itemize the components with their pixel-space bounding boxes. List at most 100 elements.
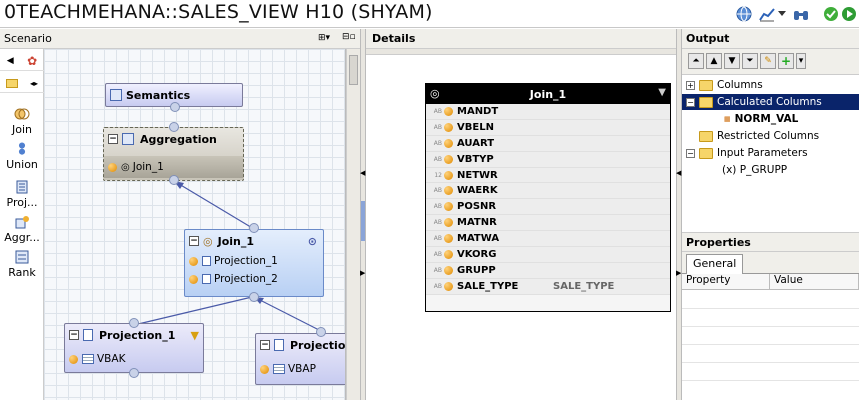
filter-icon[interactable]: ▼: [191, 329, 199, 342]
join-table-title: Join_1: [529, 87, 567, 101]
dropdown-icon[interactable]: ▼: [658, 87, 666, 98]
splitter-right-arrow-icon[interactable]: ▶: [360, 269, 365, 277]
move-top-icon[interactable]: ⏶: [688, 53, 704, 69]
folder-icon: [699, 147, 713, 159]
field-list: AB MANDT AB VBELN AB AUART AB VBTYP 12 NETWR AB WAE…: [426, 104, 670, 295]
minimize-icon[interactable]: ⊟▫: [342, 32, 356, 42]
semantics-handle[interactable]: [170, 102, 180, 112]
output-tree: + Columns − Calculated Columns ▦ NORM_VA…: [682, 75, 859, 227]
canvas-scrollbar[interactable]: [346, 49, 360, 400]
tree-item-norm-val[interactable]: ▦ NORM_VAL: [724, 111, 798, 127]
field-row[interactable]: AB SALE_TYPE SALE_TYPE: [426, 278, 670, 295]
palette-union[interactable]: Union: [0, 142, 44, 171]
field-name: WAERK: [457, 185, 498, 197]
field-row[interactable]: AB MATWA: [426, 231, 670, 248]
scenario-canvas[interactable]: Semantics − Aggregation ◎ Join_1 − ◎ Joi…: [44, 49, 346, 400]
expand-icon[interactable]: +: [686, 80, 695, 90]
splitter-left-arrow-icon[interactable]: ◀: [676, 169, 681, 177]
scrollbar-thumb[interactable]: [349, 55, 358, 85]
splitter-left-arrow-icon[interactable]: ◀: [360, 169, 365, 177]
palette-icon[interactable]: ✿: [27, 54, 37, 68]
field-row[interactable]: AB VBELN: [426, 119, 670, 136]
binoculars-icon[interactable]: [792, 5, 810, 23]
back-icon[interactable]: ◀: [7, 56, 14, 66]
collapse-icon[interactable]: −: [69, 330, 79, 340]
projection1-bottom-handle[interactable]: [129, 368, 139, 378]
scenario-header: Scenario ⊞▾ ⊟▫: [0, 29, 362, 49]
window-title: 0TEACHMEHANA::SALES_VIEW H10 (SHYAM): [4, 1, 433, 23]
join-icon: [14, 108, 30, 120]
collapse-arrows-icon[interactable]: ◂▸: [30, 79, 38, 88]
tree-item-calculated-columns[interactable]: − Calculated Columns: [682, 94, 859, 110]
join-bottom-handle[interactable]: [249, 292, 259, 302]
tree-item-input-parameters[interactable]: − Input Parameters: [686, 145, 808, 161]
projection2-header: − Projection: [256, 334, 345, 356]
field-row[interactable]: AB AUART: [426, 135, 670, 152]
globe-icon[interactable]: [735, 5, 753, 23]
field-row[interactable]: AB VBTYP: [426, 151, 670, 168]
tree-item-restricted-columns[interactable]: Restricted Columns: [699, 128, 819, 144]
join-header: − ◎ Join_1 ⊙: [185, 230, 323, 252]
field-row[interactable]: AB MANDT: [426, 104, 670, 120]
field-name: GRUPP: [457, 264, 496, 276]
aggregation-top-handle[interactable]: [169, 122, 179, 132]
tab-general[interactable]: General: [686, 254, 744, 274]
palette-subbar: ◂▸: [0, 75, 44, 93]
move-up-icon[interactable]: ▲: [706, 53, 722, 69]
projection1-node[interactable]: − Projection_1 ▼ VBAK: [64, 323, 204, 373]
move-bottom-icon[interactable]: ⏷: [742, 53, 758, 69]
projection1-top-handle[interactable]: [129, 318, 139, 328]
field-row[interactable]: AB WAERK: [426, 183, 670, 200]
column-header-property[interactable]: Property: [682, 274, 770, 290]
folder-icon[interactable]: [5, 79, 18, 88]
palette-join[interactable]: Join: [0, 107, 44, 136]
field-row[interactable]: 12 NETWR: [426, 167, 670, 184]
projection1-input-row[interactable]: VBAK: [65, 350, 203, 368]
field-name: MANDT: [457, 105, 499, 117]
attribute-icon: [444, 154, 453, 164]
splitter-right-arrow-icon[interactable]: ▶: [676, 269, 681, 277]
edit-icon[interactable]: ✎: [760, 53, 776, 69]
collapse-icon[interactable]: −: [686, 97, 695, 107]
column-header-value[interactable]: Value: [770, 274, 859, 290]
projection2-input-row[interactable]: VBAP: [256, 360, 345, 378]
chevron-down-icon[interactable]: ▾: [796, 53, 806, 69]
activate-icon[interactable]: [822, 5, 840, 23]
aggregation-bottom-handle[interactable]: [169, 175, 179, 185]
field-row[interactable]: AB GRUPP: [426, 262, 670, 279]
expand-all-icon[interactable]: ⊞▾: [318, 33, 330, 43]
tree-item-columns[interactable]: + Columns: [686, 77, 763, 93]
collapse-icon[interactable]: −: [260, 340, 270, 350]
join-title: Join_1: [217, 234, 255, 248]
collapse-icon[interactable]: −: [108, 134, 118, 144]
field-type: AB: [433, 139, 442, 147]
output-title: Output: [686, 32, 730, 45]
collapse-icon[interactable]: −: [686, 148, 695, 158]
field-row[interactable]: AB MATNR: [426, 215, 670, 232]
palette-rank[interactable]: Rank: [0, 250, 44, 279]
chart-icon[interactable]: [758, 5, 776, 23]
join-top-handle[interactable]: [249, 223, 259, 233]
splitter-grip[interactable]: [361, 201, 365, 241]
attribute-icon: [189, 274, 198, 284]
collapse-icon[interactable]: −: [189, 236, 199, 246]
attribute-icon: [260, 364, 269, 374]
palette-projection[interactable]: Proj...: [0, 180, 44, 209]
join-input-row[interactable]: Projection_2: [185, 270, 323, 288]
palette-aggregation[interactable]: Aggr...: [0, 215, 44, 244]
join-node[interactable]: − ◎ Join_1 ⊙ Projection_1 Projection_2: [184, 229, 324, 297]
move-down-icon[interactable]: ▼: [724, 53, 740, 69]
add-icon[interactable]: +: [778, 53, 794, 69]
chevron-down-icon[interactable]: [777, 5, 787, 23]
join-input-row[interactable]: Projection_1: [185, 252, 323, 270]
join-table[interactable]: ◎ Join_1 ▼ AB MANDT AB VBELN AB AUART AB VBTYP 1…: [425, 83, 671, 312]
field-row[interactable]: AB VKORG: [426, 247, 670, 263]
field-row[interactable]: AB POSNR: [426, 199, 670, 216]
tree-item-p-grupp[interactable]: (x) P_GRUPP: [722, 162, 787, 178]
projection2-top-handle[interactable]: [316, 327, 326, 337]
node-palette: ◀ ✿ ◂▸ Join Union Proj... Aggr... Rank: [0, 49, 44, 400]
attribute-icon: [444, 122, 453, 132]
aggregation-node[interactable]: − Aggregation ◎ Join_1: [103, 127, 244, 181]
run-icon[interactable]: [840, 5, 858, 23]
projection2-node[interactable]: − Projection VBAP: [255, 333, 345, 385]
